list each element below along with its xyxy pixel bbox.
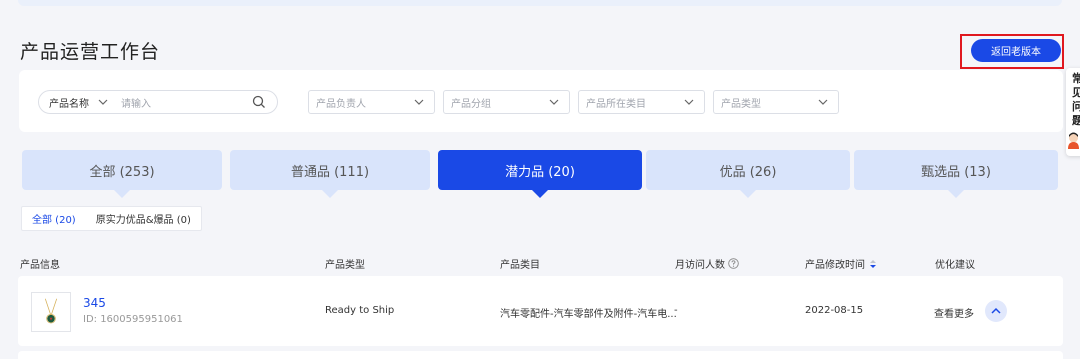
next-row-edge	[18, 351, 1063, 359]
group-select[interactable]: 产品分组	[443, 90, 570, 114]
chevron-up-icon	[991, 307, 1001, 314]
column-header-advice: 优化建议	[935, 260, 975, 271]
owner-select-label: 产品负责人	[316, 98, 366, 110]
subtab-bar: 全部 (20) 原实力优品&爆品 (0)	[21, 206, 202, 231]
search-field-select[interactable]: 产品名称	[39, 95, 97, 110]
question-icon[interactable]	[728, 258, 739, 269]
search-input[interactable]: 请输入	[121, 95, 249, 110]
tab-caret	[947, 189, 965, 198]
avatar-icon	[1068, 132, 1079, 149]
back-to-old-version-button[interactable]: 返回老版本	[971, 39, 1061, 62]
product-name-link[interactable]: 345	[83, 296, 106, 310]
group-select-label: 产品分组	[451, 98, 491, 110]
chevron-down-icon	[684, 99, 694, 105]
column-header-type: 产品类型	[325, 260, 365, 271]
product-type: Ready to Ship	[325, 305, 395, 316]
chevron-down-icon	[414, 99, 424, 105]
page-title: 产品运营工作台	[20, 41, 161, 63]
column-header-visitors: 月访问人数	[675, 256, 739, 271]
category-select-label: 产品所在类目	[586, 98, 646, 110]
chevron-down-icon	[549, 99, 559, 105]
tab-caret	[739, 189, 757, 198]
column-header-visitors-label: 月访问人数	[675, 260, 725, 271]
view-more-link[interactable]: 查看更多	[934, 305, 974, 320]
product-thumbnail[interactable]	[31, 292, 71, 332]
subtab-all[interactable]: 全部 (20)	[22, 207, 86, 230]
tab-caret	[321, 189, 339, 198]
column-header-modified-label: 产品修改时间	[805, 260, 865, 271]
tab-all[interactable]: 全部 (253)	[22, 150, 222, 190]
category-select[interactable]: 产品所在类目	[578, 90, 705, 114]
faq-label: 常见问题	[1072, 72, 1080, 127]
product-search[interactable]: 产品名称 请输入	[38, 90, 278, 114]
type-select-label: 产品类型	[721, 98, 761, 110]
modified-date: 2022-08-15	[805, 305, 864, 316]
tab-potential[interactable]: 潜力品 (20)	[438, 150, 642, 190]
tab-caret	[531, 189, 549, 198]
chevron-down-icon	[818, 99, 828, 105]
tab-regular[interactable]: 普通品 (111)	[230, 150, 430, 190]
owner-select[interactable]: 产品负责人	[308, 90, 435, 114]
column-header-info: 产品信息	[20, 260, 60, 271]
monthly-visitors: -	[674, 305, 678, 316]
column-header-modified[interactable]: 产品修改时间	[805, 256, 877, 271]
tab-selected[interactable]: 甄选品 (13)	[854, 150, 1058, 190]
chevron-down-icon	[98, 99, 108, 105]
tab-caret	[113, 189, 131, 198]
top-banner-strip	[18, 0, 1062, 6]
search-icon[interactable]	[249, 92, 269, 112]
collapse-button[interactable]	[985, 300, 1007, 322]
column-header-category: 产品类目	[500, 260, 540, 271]
sort-icon[interactable]	[869, 258, 877, 270]
tab-quality[interactable]: 优品 (26)	[646, 150, 850, 190]
product-category: 汽车零配件-汽车零部件及附件-汽车电...	[500, 309, 677, 320]
type-select[interactable]: 产品类型	[713, 90, 839, 114]
product-id: ID: 1600595951061	[83, 314, 183, 325]
subtab-original-strength[interactable]: 原实力优品&爆品 (0)	[86, 207, 201, 230]
